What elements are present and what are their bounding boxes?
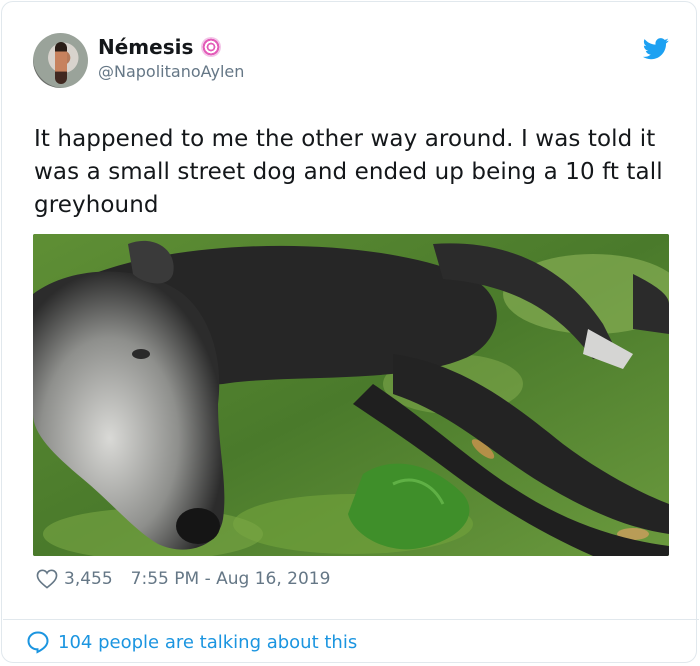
pink-swirl-icon [201, 37, 222, 57]
conversation-text[interactable]: 104 people are talking about this [58, 632, 357, 653]
like-count[interactable]: 3,455 [64, 569, 113, 589]
timestamp[interactable]: 7:55 PM - Aug 16, 2019 [131, 569, 331, 589]
speech-bubble-icon [27, 631, 49, 654]
display-name-row[interactable]: Némesis [98, 35, 222, 59]
conversation-link[interactable]: 104 people are talking about this [26, 630, 357, 654]
tweet-photo[interactable] [33, 234, 669, 556]
avatar-figure [55, 42, 67, 84]
twitter-bird-icon[interactable] [642, 38, 670, 60]
user-handle[interactable]: @NapolitanoAylen [98, 62, 244, 81]
tweet-text: It happened to me the other way around. … [34, 126, 663, 218]
tweet-card: Némesis @NapolitanoAylen It happened to … [1, 1, 699, 663]
avatar[interactable] [33, 33, 88, 88]
greyhound-photo [33, 234, 669, 556]
divider [3, 619, 699, 620]
heart-icon[interactable] [36, 569, 58, 589]
tweet-meta: 3,455 7:55 PM - Aug 16, 2019 [36, 569, 330, 589]
display-name[interactable]: Némesis [98, 35, 193, 59]
